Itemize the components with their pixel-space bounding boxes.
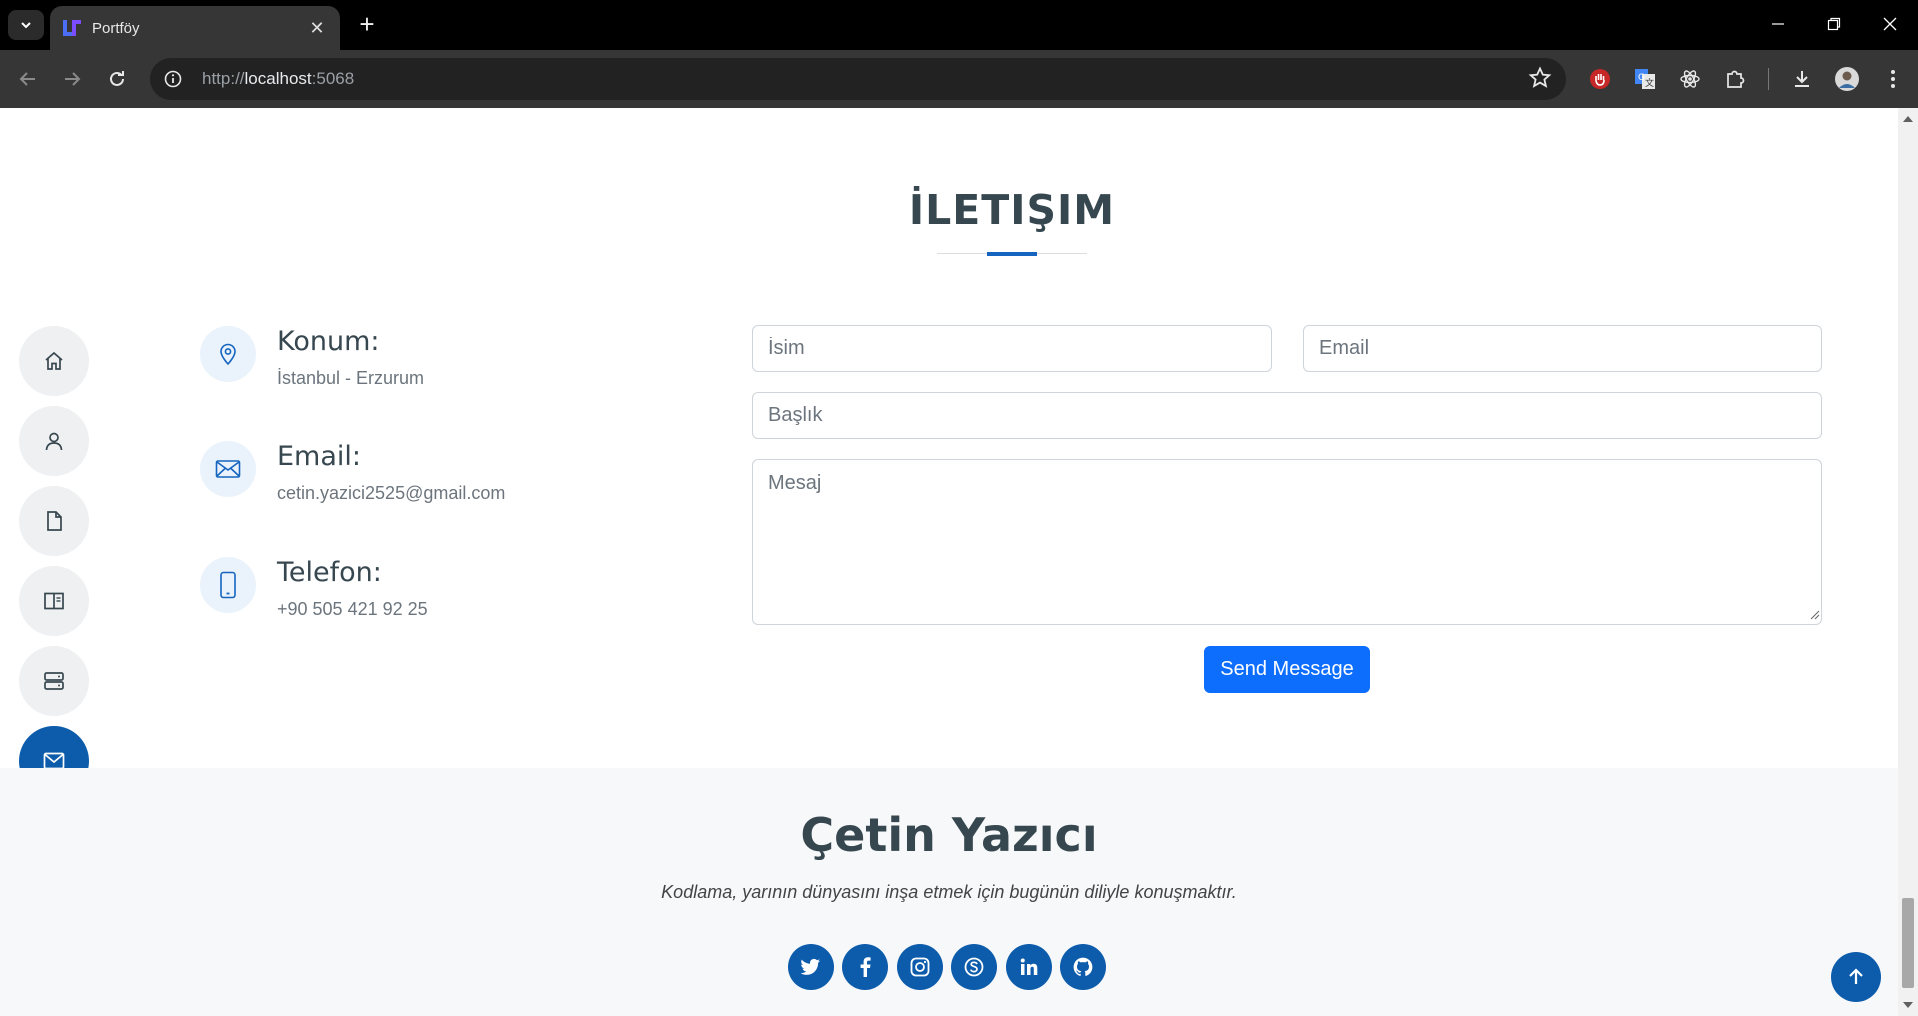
browser-toolbar: http://localhost:5068 G文 — [0, 50, 1918, 108]
translate-icon: G文 — [1635, 69, 1655, 89]
linkedin-icon — [1020, 958, 1038, 975]
kebab-menu-icon — [1891, 70, 1895, 88]
phone-icon — [200, 557, 256, 613]
resize-grip-icon[interactable] — [1808, 608, 1820, 620]
footer-quote: Kodlama, yarının dünyasını inşa etmek iç… — [661, 882, 1237, 902]
tab-title: Portföy — [92, 19, 140, 37]
react-devtools-extension-icon[interactable] — [1674, 63, 1706, 95]
avatar-icon — [1835, 67, 1859, 91]
chevron-down-icon — [21, 22, 31, 29]
github-icon — [1073, 957, 1093, 976]
facebook-link[interactable] — [842, 944, 888, 990]
section-title: İLETIŞIM — [908, 186, 1116, 234]
site-favicon-icon — [63, 20, 81, 36]
react-icon — [1680, 70, 1700, 88]
sidenav-about[interactable] — [19, 406, 89, 476]
instagram-link[interactable] — [897, 944, 943, 990]
back-to-top-button[interactable] — [1831, 952, 1881, 1002]
close-icon — [1883, 17, 1897, 31]
url-host: localhost — [244, 69, 312, 88]
toolbar-divider — [1768, 68, 1769, 90]
restore-icon — [1827, 17, 1841, 31]
page-viewport: İLETIŞIM Konum: İstanbul - Erzurum Email… — [0, 108, 1898, 1016]
google-translate-extension-icon[interactable]: G文 — [1629, 63, 1661, 95]
puzzle-icon — [1727, 70, 1745, 88]
browser-tab[interactable]: Portföy ✕ — [50, 6, 340, 50]
skype-icon — [964, 957, 984, 977]
new-tab-button[interactable]: + — [352, 10, 382, 40]
forward-button[interactable] — [56, 63, 88, 95]
page-scrollbar[interactable] — [1898, 108, 1918, 1016]
info-label: Email: — [277, 441, 362, 472]
map-pin-icon — [200, 326, 256, 382]
info-email: Email: cetin.yazici2525@gmail.com — [200, 441, 720, 521]
bookmark-star-icon[interactable] — [1528, 66, 1552, 90]
download-icon — [1795, 71, 1809, 87]
sidenav-resume[interactable] — [19, 486, 89, 556]
address-bar[interactable]: http://localhost:5068 — [150, 58, 1566, 100]
server-icon — [44, 672, 64, 690]
info-icon — [164, 70, 182, 88]
twitter-link[interactable] — [788, 944, 834, 990]
scroll-up-arrow-icon[interactable] — [1903, 116, 1913, 122]
reload-icon — [110, 71, 124, 86]
info-label: Telefon: — [277, 557, 382, 588]
info-location: Konum: İstanbul - Erzurum — [200, 326, 720, 406]
url-port: :5068 — [311, 69, 355, 88]
hand-stop-icon — [1590, 69, 1610, 89]
home-icon — [45, 351, 63, 370]
subject-input[interactable] — [752, 392, 1822, 439]
info-value: +90 505 421 92 25 — [277, 599, 428, 619]
url-text: http://localhost:5068 — [202, 69, 354, 89]
linkedin-link[interactable] — [1006, 944, 1052, 990]
browser-menu-button[interactable] — [1877, 63, 1909, 95]
back-button[interactable] — [12, 63, 44, 95]
name-input[interactable] — [752, 325, 1272, 372]
message-textarea[interactable] — [752, 459, 1822, 625]
svg-text:文: 文 — [1645, 77, 1654, 89]
reload-button[interactable] — [101, 63, 133, 95]
send-message-button[interactable]: Send Message — [1204, 646, 1370, 693]
twitter-icon — [801, 958, 821, 975]
minimize-icon — [1772, 23, 1784, 25]
svg-text:G: G — [1638, 73, 1645, 83]
url-scheme: http:// — [202, 69, 245, 88]
restore-button[interactable] — [1814, 8, 1854, 40]
book-icon — [44, 592, 64, 610]
info-phone: Telefon: +90 505 421 92 25 — [200, 557, 720, 637]
sidenav-portfolio[interactable] — [19, 566, 89, 636]
info-value: cetin.yazici2525@gmail.com — [277, 483, 506, 503]
downloads-button[interactable] — [1786, 63, 1818, 95]
envelope-icon — [200, 441, 256, 497]
scrollbar-thumb[interactable] — [1902, 898, 1914, 988]
extensions-button[interactable] — [1719, 63, 1751, 95]
file-icon — [47, 511, 62, 531]
arrow-right-icon — [65, 72, 81, 86]
browser-tab-bar: Portföy ✕ + — [0, 0, 1918, 50]
close-window-button[interactable] — [1870, 8, 1910, 40]
profile-avatar[interactable] — [1831, 63, 1863, 95]
skype-link[interactable] — [951, 944, 997, 990]
ublock-extension-icon[interactable] — [1584, 63, 1616, 95]
sidenav-services[interactable] — [19, 646, 89, 716]
facebook-icon — [860, 957, 871, 977]
minimize-button[interactable] — [1758, 8, 1798, 40]
github-link[interactable] — [1060, 944, 1106, 990]
scroll-down-arrow-icon[interactable] — [1903, 1002, 1913, 1008]
info-value: İstanbul - Erzurum — [277, 368, 425, 388]
close-tab-icon[interactable]: ✕ — [306, 18, 328, 39]
instagram-icon — [910, 957, 930, 977]
info-label: Konum: — [277, 326, 380, 357]
site-info-button[interactable] — [158, 64, 188, 94]
title-accent-bar — [987, 252, 1037, 256]
arrow-up-icon — [1849, 968, 1863, 984]
email-input[interactable] — [1303, 325, 1822, 372]
footer-name: Çetin Yazıcı — [800, 808, 1098, 862]
user-icon — [45, 432, 63, 451]
arrow-left-icon — [19, 72, 35, 86]
tab-search-button[interactable] — [8, 10, 44, 40]
footer: Çetin Yazıcı Kodlama, yarının dünyasını … — [0, 768, 1898, 1016]
sidenav-home[interactable] — [19, 326, 89, 396]
